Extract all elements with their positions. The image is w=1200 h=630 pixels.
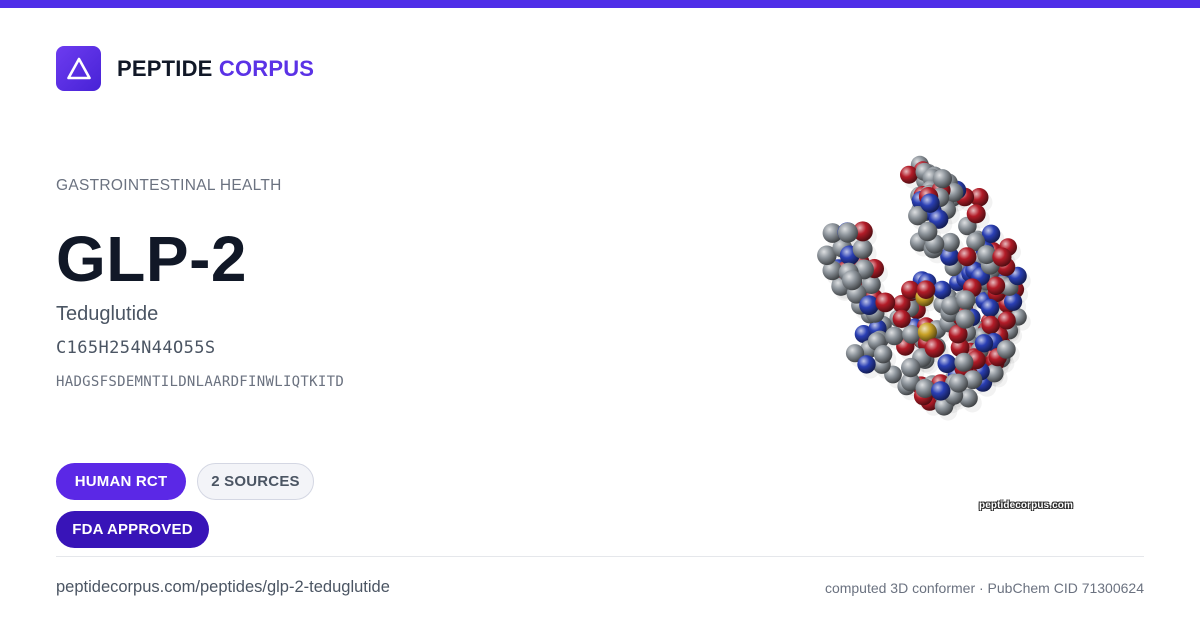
atom <box>842 270 863 291</box>
peptide-url-link[interactable]: peptidecorpus.com/peptides/glp-2-teduglu… <box>56 578 390 597</box>
peptide-title: GLP-2 <box>56 223 247 295</box>
atom <box>920 193 940 213</box>
atom <box>901 357 921 378</box>
molecule-3d-render <box>817 155 1031 421</box>
sources-count-badge: 2 SOURCES <box>197 463 314 500</box>
atom <box>957 247 977 267</box>
atom <box>974 334 994 353</box>
atom <box>875 292 896 313</box>
atom <box>981 298 1000 318</box>
peptide-drug-name: Teduglutide <box>56 303 159 325</box>
fda-approved-badge: FDA APPROVED <box>56 511 209 548</box>
atom <box>954 352 974 372</box>
atom <box>852 238 873 259</box>
triangle-icon <box>66 57 91 79</box>
atom <box>916 280 936 299</box>
atom <box>885 326 904 346</box>
brand-name: PEPTIDE <box>117 55 213 81</box>
molecule-watermark: peptidecorpus.com <box>979 500 1073 511</box>
amino-acid-sequence: HADGSFSDEMNTILDNLAARDFINWLIQTKITD <box>56 374 345 390</box>
atom <box>892 309 911 328</box>
atom <box>873 345 893 364</box>
atom <box>949 373 968 393</box>
atom <box>924 338 945 358</box>
atom <box>996 340 1016 359</box>
human-rct-badge: HUMAN RCT <box>56 463 186 500</box>
brand-wordmark: PEPTIDE CORPUS <box>117 56 314 82</box>
atom <box>837 222 858 243</box>
conformer-source-note: computed 3D conformer · PubChem CID 7130… <box>824 580 1144 596</box>
atom <box>992 247 1012 267</box>
atom <box>900 165 918 184</box>
atom <box>937 354 957 374</box>
atom <box>966 204 986 224</box>
atom <box>981 315 1000 335</box>
atom <box>857 355 876 374</box>
footer-divider <box>56 556 1144 557</box>
molecular-formula: C165H254N44O55S <box>56 338 216 358</box>
atom <box>931 381 951 401</box>
atom <box>932 169 952 189</box>
logo-badge <box>56 46 101 91</box>
peptide-category: GASTROINTESTINAL HEALTH <box>56 177 282 194</box>
atom <box>918 221 938 242</box>
brand-accent: CORPUS <box>218 55 315 81</box>
atom <box>997 311 1016 330</box>
atom <box>956 290 976 310</box>
atom <box>955 309 975 329</box>
top-accent-bar <box>0 0 1200 8</box>
brand-header[interactable]: PEPTIDE CORPUS <box>56 46 314 91</box>
